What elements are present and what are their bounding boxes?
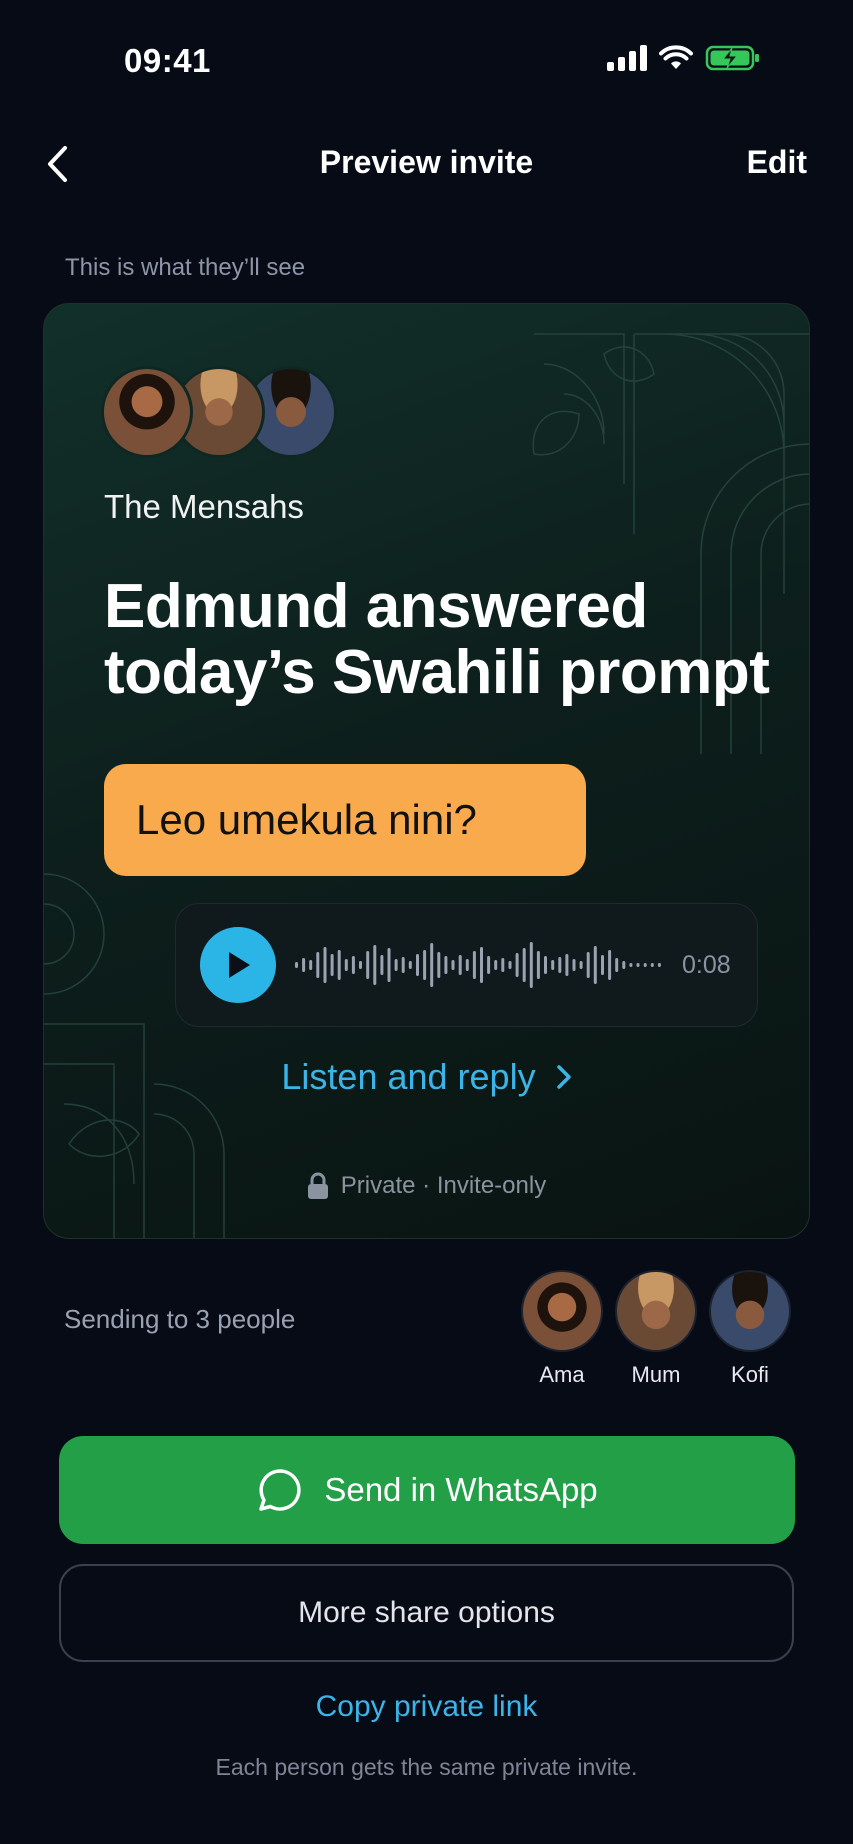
chevron-right-icon: [556, 1065, 571, 1089]
signal-icon: [607, 45, 647, 71]
preview-caption: This is what they’ll see: [65, 254, 306, 281]
lock-icon: [307, 1172, 328, 1199]
more-share-options-button[interactable]: More share options: [59, 1564, 794, 1662]
recipient-item[interactable]: Ama: [521, 1270, 603, 1388]
whatsapp-label: Send in WhatsApp: [324, 1471, 598, 1508]
more-share-label: More share options: [298, 1596, 555, 1629]
privacy-text: Private · Invite-only: [340, 1172, 547, 1199]
invite-preview-card: The Mensahs Edmund answered today’s Swah…: [43, 303, 810, 1239]
recipient-item[interactable]: Mum: [615, 1270, 697, 1388]
recipient-list: Ama Mum Kofi: [521, 1270, 791, 1388]
avatar: [615, 1270, 697, 1352]
recipient-name: Mum: [631, 1362, 681, 1387]
battery-charging-icon: [705, 45, 759, 71]
prompt-bubble: Leo umekula nini?: [104, 764, 586, 876]
play-icon: [229, 952, 250, 978]
avatar: [521, 1270, 603, 1352]
family-avatars: [101, 366, 337, 458]
page-title: Preview invite: [319, 144, 534, 180]
send-whatsapp-button[interactable]: Send in WhatsApp: [59, 1436, 795, 1544]
status-icons: [607, 44, 761, 72]
listen-label: Listen and reply: [281, 1056, 536, 1097]
recipient-name: Kofi: [731, 1362, 769, 1387]
chat-bubble-icon: [259, 1469, 301, 1511]
preview-invite-screen: 09:41 Preview invite Edit This is what t…: [0, 0, 853, 1844]
copy-private-link[interactable]: Copy private link: [0, 1690, 853, 1724]
audio-duration: 0:08: [682, 950, 731, 979]
audio-player: 0:08: [175, 903, 758, 1027]
recipient-item[interactable]: Kofi: [709, 1270, 791, 1388]
privacy-note: Private · Invite-only: [44, 1172, 809, 1200]
listen-and-reply-link[interactable]: Listen and reply: [44, 1056, 809, 1098]
waveform[interactable]: [294, 925, 664, 1005]
prompt-text: Leo umekula nini?: [136, 796, 477, 843]
footer-note: Each person gets the same private invite…: [215, 1754, 638, 1780]
wifi-icon: [659, 45, 693, 69]
avatar: [101, 366, 193, 458]
family-name: The Mensahs: [104, 488, 304, 525]
sending-label: Sending to 3 people: [64, 1304, 296, 1334]
avatar: [709, 1270, 791, 1352]
play-button[interactable]: [200, 927, 276, 1003]
status-time: 09:41: [124, 42, 211, 79]
invite-headline: Edmund answered today’s Swahili prompt: [104, 572, 770, 707]
edit-button[interactable]: Edit: [747, 144, 807, 181]
recipient-name: Ama: [539, 1362, 585, 1387]
